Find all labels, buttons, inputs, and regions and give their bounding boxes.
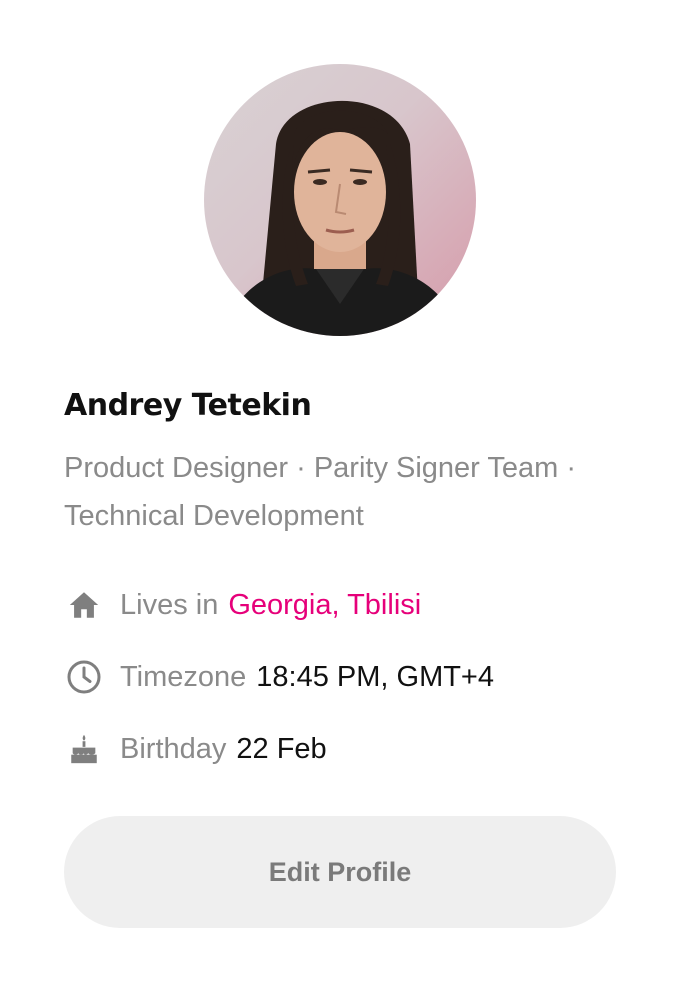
lives-in-label: Lives in [120,588,219,621]
birthday-row: Birthday 22 Feb [64,729,327,769]
profile-role: Product Designer · Parity Signer Team · … [64,452,577,532]
avatar-photo [224,100,459,336]
birthday-value: 22 Feb [236,732,327,765]
avatar [204,64,476,336]
edit-profile-button[interactable]: Edit Profile [64,816,616,928]
lives-in-row: Lives in Georgia, Tbilisi [64,585,421,625]
birthday-label: Birthday [120,732,227,765]
clock-icon [64,657,104,697]
timezone-value: 18:45 PM, GMT+4 [256,660,495,693]
location-link[interactable]: Georgia, Tbilisi [228,589,421,622]
timezone-row: Timezone 18:45 PM, GMT+4 [64,657,494,697]
timezone-label: Timezone [120,660,247,693]
cake-icon [64,729,104,769]
profile-name: Andrey Tetekin [64,388,312,423]
home-icon [64,585,104,625]
